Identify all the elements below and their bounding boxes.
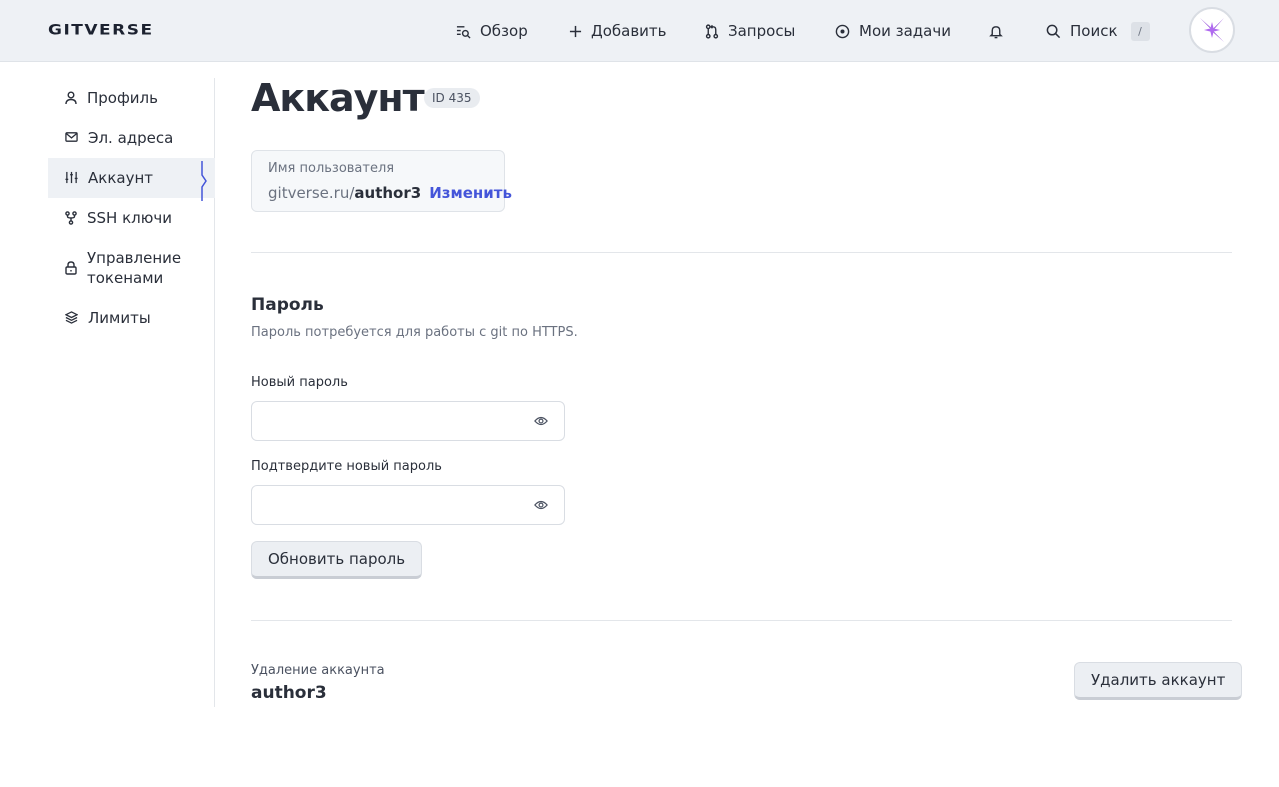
nav-my-tasks-label: Мои задачи: [859, 22, 951, 40]
username-label: Имя пользователя: [268, 161, 395, 176]
user-avatar[interactable]: [1189, 7, 1235, 53]
update-password-button[interactable]: Обновить пароль: [251, 541, 423, 579]
page-title: Аккаунт: [251, 76, 425, 120]
nav-overview-label: Обзор: [480, 22, 528, 40]
bell-icon: [989, 25, 1003, 38]
sidebar-item-tokens[interactable]: Управление токенами: [48, 248, 215, 288]
sidebar-item-ssh-keys-label: SSH ключи: [87, 209, 172, 227]
sidebar-item-tokens-line1: Управление: [87, 249, 182, 267]
search-shortcut-badge: /: [1130, 21, 1150, 41]
nav-search[interactable]: Поиск /: [1046, 20, 1150, 42]
nav-add-label: Добавить: [591, 22, 667, 40]
new-password-label: Новый пароль: [251, 375, 348, 390]
notifications-button[interactable]: [989, 20, 1012, 42]
nav-overview[interactable]: Обзор: [456, 20, 528, 42]
nav-add[interactable]: Добавить: [569, 20, 667, 42]
sidebar-item-profile-label: Профиль: [87, 89, 158, 107]
nav-requests-label: Запросы: [728, 22, 796, 40]
sidebar-item-account[interactable]: Аккаунт: [48, 158, 215, 201]
sidebar-item-emails-label: Эл. адреса: [88, 129, 174, 147]
password-section-description: Пароль потребуется для работы с git по H…: [251, 325, 578, 340]
delete-account-button[interactable]: Удалить аккаунт: [1074, 662, 1243, 700]
top-header: GITVERSE Обзор Добавить Запросы Мои зада…: [0, 0, 1279, 62]
password-section-title: Пароль: [251, 295, 324, 315]
sidebar-item-limits[interactable]: Лимиты: [48, 308, 215, 328]
username-domain: gitverse.ru/: [268, 184, 355, 202]
layers-icon: [65, 311, 78, 324]
plus-icon: [569, 25, 582, 37]
sidebar-item-ssh-keys[interactable]: SSH ключи: [48, 208, 215, 228]
change-username-link[interactable]: Изменить: [429, 184, 512, 202]
sidebar-item-limits-label: Лимиты: [88, 309, 151, 327]
lock-icon: [65, 261, 77, 275]
search-icon: [1046, 24, 1061, 38]
settings-sidebar: Профиль Эл. адреса Аккаунт SSH ключи Упр…: [48, 78, 215, 707]
mail-icon: [65, 132, 78, 142]
pull-request-icon: [705, 23, 719, 39]
confirm-password-input[interactable]: [252, 486, 522, 524]
nav-search-label: Поиск: [1070, 22, 1118, 40]
username-card: Имя пользователя gitverse.ru/author3 Изме…: [251, 150, 512, 212]
eye-icon[interactable]: [534, 415, 548, 427]
new-password-input[interactable]: [252, 402, 522, 440]
delete-account-label: Удаление аккаунта: [251, 663, 385, 678]
nav-requests[interactable]: Запросы: [705, 20, 795, 42]
username-text: author3: [354, 184, 422, 202]
issue-icon: [835, 24, 850, 38]
delete-account-username: author3: [251, 683, 327, 703]
username-value: gitverse.ru/author3 Изменить: [268, 184, 512, 202]
active-indicator: [201, 161, 207, 201]
confirm-password-field-wrap: [251, 485, 565, 525]
eye-icon[interactable]: [534, 499, 548, 511]
section-divider: [251, 620, 1232, 621]
nav-my-tasks[interactable]: Мои задачи: [835, 20, 951, 42]
sidebar-item-emails[interactable]: Эл. адреса: [48, 128, 215, 148]
confirm-password-label: Подтвердите новый пароль: [251, 459, 442, 474]
sliders-icon: [65, 171, 78, 184]
sidebar-item-tokens-label: Управление токенами: [87, 248, 181, 288]
gitverse-logo[interactable]: GITVERSE: [48, 22, 154, 39]
sidebar-item-tokens-line2: токенами: [87, 269, 164, 287]
key-fork-icon: [65, 211, 77, 225]
avatar-star-icon: [1200, 18, 1224, 42]
user-icon: [65, 91, 77, 105]
sidebar-item-profile[interactable]: Профиль: [48, 88, 215, 108]
sidebar-item-account-label: Аккаунт: [88, 169, 153, 187]
overview-icon: [456, 25, 471, 39]
new-password-field-wrap: [251, 401, 565, 441]
account-id-badge: ID 435: [424, 88, 480, 108]
section-divider: [251, 252, 1232, 253]
